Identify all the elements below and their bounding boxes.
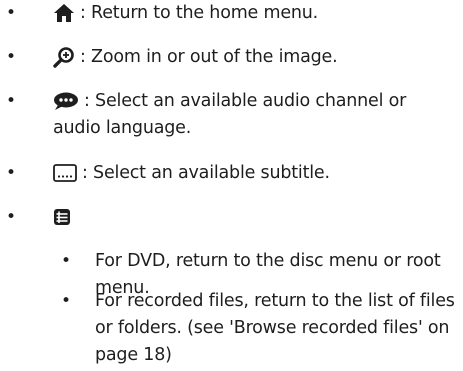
sub-bullet: • bbox=[61, 251, 71, 271]
list-item-text: : Select an available audio channel or a… bbox=[53, 91, 407, 138]
list-item-text: : Select an available subtitle. bbox=[82, 163, 330, 183]
zoom-icon bbox=[53, 46, 75, 68]
home-icon bbox=[53, 3, 75, 23]
bullet: • bbox=[6, 163, 16, 183]
sub-list-item-text: For recorded files, return to the list o… bbox=[95, 291, 455, 365]
list-item-text: : Return to the home menu. bbox=[80, 3, 319, 23]
list-item-text: : Zoom in or out of the image. bbox=[80, 47, 338, 67]
disc-menu-icon bbox=[53, 208, 71, 226]
bullet: • bbox=[6, 207, 16, 227]
bullet: • bbox=[6, 47, 16, 67]
audio-speech-bubble-icon bbox=[53, 92, 79, 110]
bullet: • bbox=[6, 3, 16, 23]
sub-bullet: • bbox=[61, 291, 71, 311]
subtitle-icon bbox=[53, 164, 77, 182]
bullet: • bbox=[6, 91, 16, 111]
